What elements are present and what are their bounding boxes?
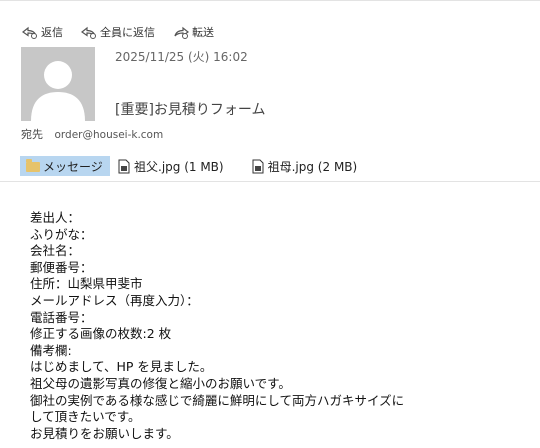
body-line: ふりがな： (30, 226, 93, 242)
attachment-bar: メッセージ 祖父.jpg (1 MB) 祖母.jpg (2 MB) (20, 156, 357, 176)
attachment-name: 祖父.jpg (1 MB) (134, 159, 224, 174)
forward-icon (174, 26, 189, 39)
body-line: 会社名： (30, 243, 81, 259)
person-icon (21, 47, 95, 121)
body-line: メールアドレス（再度入力）： (30, 292, 199, 308)
attachment-file[interactable]: 祖父.jpg (1 MB) (118, 158, 224, 175)
body-line: 修正する画像の枚数:2 枚 (30, 326, 172, 342)
body-line: して頂きたいです。 (30, 409, 141, 425)
reply-all-label: 全員に返信 (100, 26, 155, 39)
body-line: 差出人： (30, 210, 81, 225)
header-divider (0, 181, 540, 182)
message-date: 2025/11/25 (火) 16:02 (115, 50, 248, 64)
forward-label: 転送 (192, 26, 214, 39)
body-line: お見積りをお願いします。 (30, 425, 179, 441)
envelope-icon (26, 159, 40, 172)
body-line: 備考欄: (30, 342, 72, 358)
forward-button[interactable]: 転送 (173, 24, 214, 40)
body-line: 住所：山梨県甲斐市 (30, 276, 143, 292)
message-toolbar: 返信 全員に返信 転送 (22, 24, 214, 40)
reply-button[interactable]: 返信 (22, 24, 63, 40)
image-file-icon (252, 159, 264, 173)
message-tab-label: メッセージ (43, 159, 103, 174)
attachment-file[interactable]: 祖母.jpg (2 MB) (252, 158, 358, 175)
to-label: 宛先 (21, 128, 43, 141)
reply-all-button[interactable]: 全員に返信 (81, 24, 155, 40)
message-tab[interactable]: メッセージ (20, 156, 110, 176)
reply-icon (22, 26, 37, 39)
body-line: 御社の実例である様な感じで綺麗に鮮明にして両方ハガキサイズに (30, 392, 405, 408)
body-line: はじめまして、HP を見ました。 (30, 359, 213, 375)
image-file-icon (118, 159, 130, 173)
message-body: 差出人： ふりがな： 会社名： 郵便番号： 住所：山梨県甲斐市 メールアドレス（… (30, 210, 404, 442)
attachment-name: 祖母.jpg (2 MB) (267, 159, 358, 174)
sender-avatar (21, 47, 95, 121)
body-line: 郵便番号： (30, 259, 93, 275)
reply-all-icon (81, 26, 96, 39)
to-address[interactable]: order@housei-k.com (55, 129, 164, 141)
message-subject: [重要]お見積りフォーム (115, 102, 266, 118)
top-divider (0, 0, 540, 1)
body-line: 祖父母の遺影写真の修復と縮小のお願いです。 (30, 375, 291, 391)
reply-label: 返信 (41, 26, 63, 39)
recipient-row: 宛先 order@housei-k.com (21, 126, 163, 142)
body-line: 電話番号： (30, 309, 93, 325)
